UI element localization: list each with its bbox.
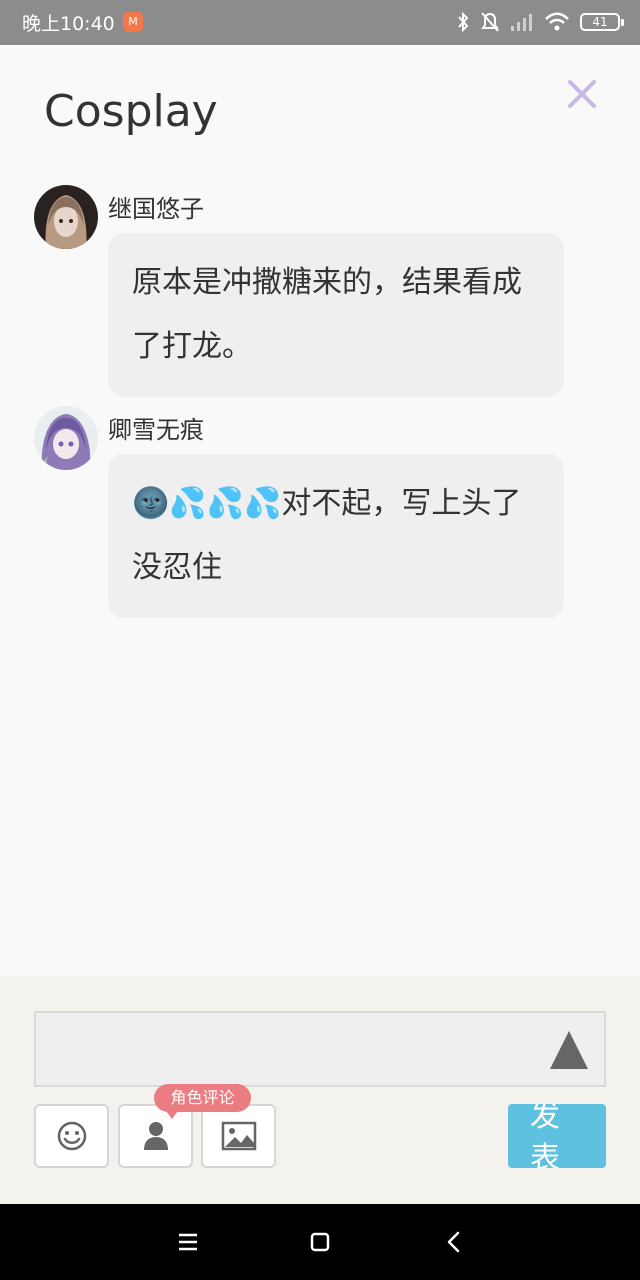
image-button[interactable] — [201, 1104, 276, 1168]
comment-composer: 角色评论 发表 — [0, 976, 640, 1204]
avatar[interactable] — [34, 406, 98, 470]
battery-icon: 41 — [580, 13, 624, 31]
status-icons: 41 — [456, 9, 624, 35]
page-title: Cosplay — [44, 86, 218, 137]
back-icon[interactable] — [438, 1226, 470, 1258]
person-icon — [143, 1122, 168, 1150]
comment-item: 卿雪无痕 🌚💦💦💦对不起，写上头了没忍住 — [34, 406, 574, 618]
comment-input[interactable] — [36, 1013, 604, 1085]
emoji-icon — [57, 1121, 86, 1151]
publish-button[interactable]: 发表 — [508, 1104, 606, 1168]
navigation-bar — [0, 1204, 640, 1280]
comment-text: 🌚💦💦💦对不起，写上头了没忍住 — [108, 454, 564, 618]
emoji-button[interactable] — [34, 1104, 109, 1168]
comment-text: 原本是冲撒糖来的，结果看成了打龙。 — [108, 233, 564, 397]
close-icon[interactable] — [562, 74, 602, 114]
comment-item: 继国悠子 原本是冲撒糖来的，结果看成了打龙。 — [34, 185, 574, 397]
publish-label: 发表 — [530, 1104, 560, 1168]
triangle-up-icon[interactable] — [548, 1029, 590, 1071]
comment-input-box[interactable] — [34, 1011, 606, 1087]
status-time: 晚上10:40 — [22, 13, 115, 35]
home-icon[interactable] — [304, 1226, 336, 1258]
role-comment-badge: 角色评论 — [154, 1084, 251, 1119]
image-icon — [221, 1121, 256, 1151]
comment-username: 卿雪无痕 — [108, 416, 204, 444]
wifi-icon — [545, 12, 569, 31]
role-comment-button[interactable] — [118, 1104, 193, 1168]
bluetooth-icon — [458, 11, 469, 33]
menu-icon[interactable] — [172, 1226, 204, 1258]
status-bar: 晚上10:40 M 41 — [0, 0, 640, 45]
avatar[interactable] — [34, 185, 98, 249]
mute-icon — [481, 12, 499, 32]
app-notification-icon: M — [123, 12, 143, 32]
signal-icon — [511, 14, 532, 31]
comment-username: 继国悠子 — [108, 195, 204, 223]
